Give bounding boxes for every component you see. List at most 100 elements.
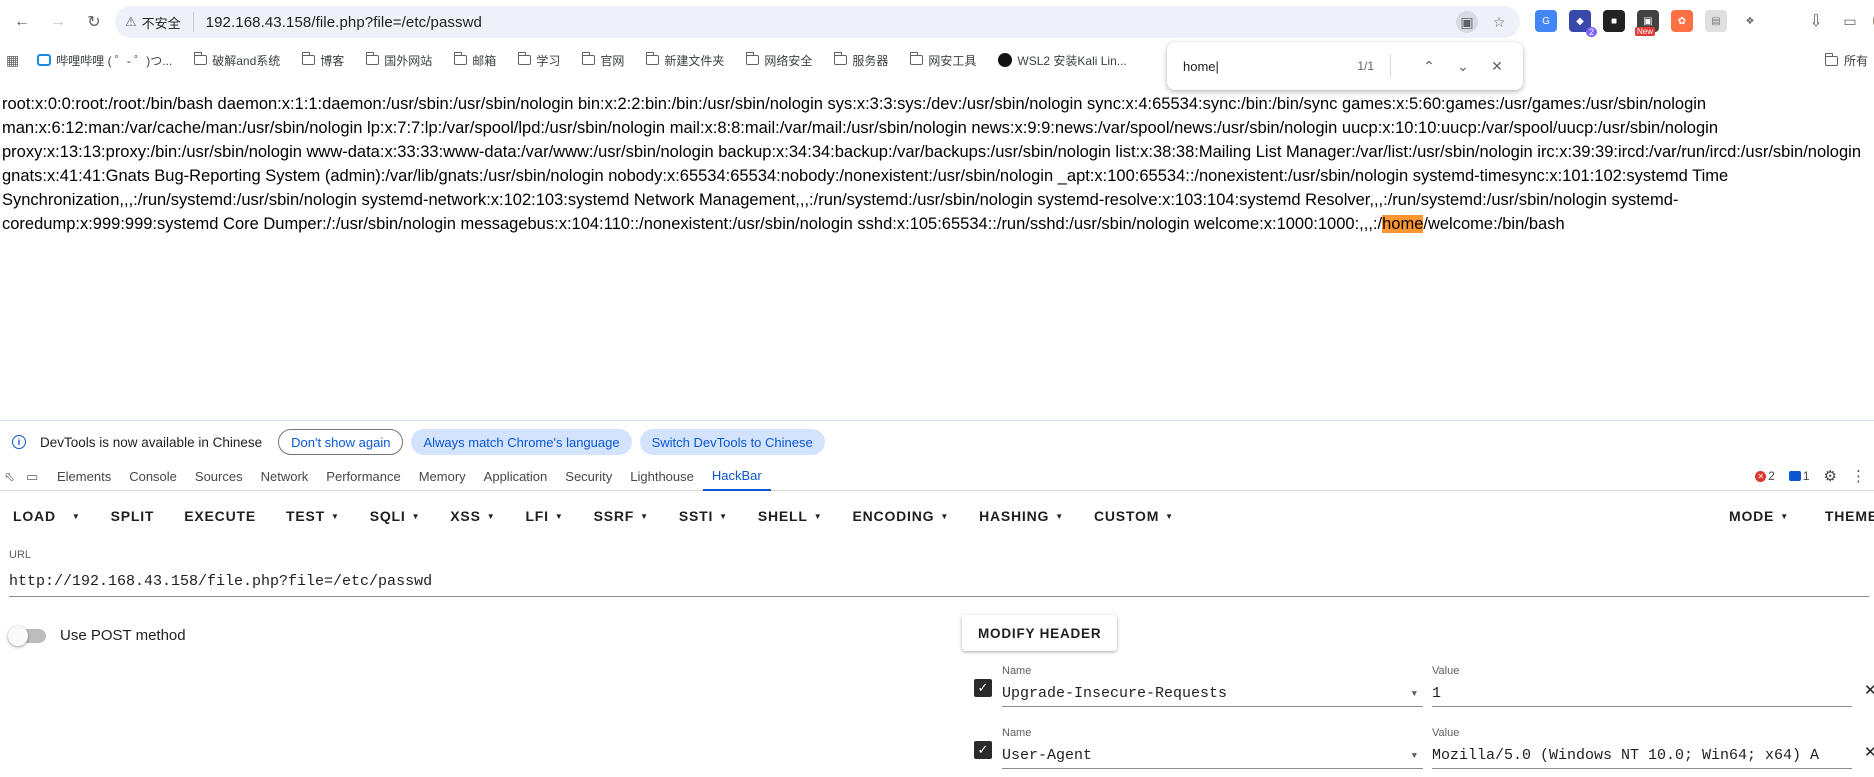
- bookmark-bilibili[interactable]: 哔哩哔哩 ( ゜- ゜)つ...: [37, 52, 172, 69]
- device-toolbar-icon[interactable]: ▭: [26, 469, 48, 485]
- dont-show-again-button[interactable]: Don't show again: [278, 429, 404, 455]
- remove-header-icon[interactable]: ✕: [1864, 743, 1874, 761]
- cookie-extension-icon[interactable]: ✿: [1671, 10, 1693, 32]
- caret-down-icon: ▼: [1055, 511, 1064, 521]
- close-icon[interactable]: ✕: [1485, 54, 1509, 78]
- execute-button[interactable]: EXECUTE: [184, 508, 256, 524]
- load-button[interactable]: LOAD ▼: [13, 508, 81, 524]
- bookmark-folder[interactable]: 新建文件夹: [645, 52, 724, 69]
- header-checkbox[interactable]: ✓: [974, 679, 992, 697]
- gear-icon[interactable]: ⚙: [1824, 467, 1837, 485]
- hackbar-options: Use POST method MODIFY HEADER ✓ Name Upg…: [0, 597, 1874, 777]
- header-name-select[interactable]: User-Agent ▼: [1002, 743, 1423, 769]
- mode-menu[interactable]: MODE ▼: [1729, 508, 1789, 524]
- split-button[interactable]: SPLIT: [111, 508, 155, 524]
- apps-grid-icon[interactable]: ▦: [6, 52, 19, 69]
- caret-down-icon: ▼: [640, 511, 649, 521]
- caret-down-icon: ▼: [330, 511, 340, 521]
- chevron-down-icon[interactable]: ⌄: [1451, 54, 1475, 78]
- error-icon: ✕: [1755, 470, 1767, 482]
- switch-to-chinese-button[interactable]: Switch DevTools to Chinese: [639, 429, 825, 455]
- tab-search-icon[interactable]: ▭: [1839, 10, 1861, 32]
- tab-memory[interactable]: Memory: [410, 463, 475, 491]
- inspect-element-icon[interactable]: ⬁: [4, 469, 26, 485]
- address-bar[interactable]: ⚠ 不安全 192.168.43.158/file.php?file=/etc/…: [115, 6, 1520, 38]
- ssti-menu[interactable]: SSTI ▼: [679, 508, 728, 524]
- devtools-tabs: ⬁ ▭ Elements Console Sources Network Per…: [0, 463, 1874, 491]
- post-method-label: Use POST method: [60, 627, 186, 644]
- passwd-text-tail: /welcome:/bin/bash: [1423, 215, 1565, 233]
- xss-menu[interactable]: XSS ▼: [450, 508, 495, 524]
- always-match-language-button[interactable]: Always match Chrome's language: [411, 429, 632, 455]
- caret-down-icon: ▼: [486, 511, 496, 521]
- tab-network[interactable]: Network: [252, 463, 318, 491]
- bookmark-folder[interactable]: 学习: [517, 52, 560, 69]
- back-arrow-icon[interactable]: ←: [8, 8, 36, 36]
- bookmark-folder[interactable]: 官网: [581, 52, 624, 69]
- tab-application[interactable]: Application: [475, 463, 557, 491]
- browser-toolbar: ← → ↻ ⚠ 不安全 192.168.43.158/file.php?file…: [0, 0, 1874, 44]
- header-value-input[interactable]: Mozilla/5.0 (Windows NT 10.0; Win64; x64…: [1432, 743, 1852, 769]
- toggle-knob: [8, 625, 28, 646]
- error-counter[interactable]: ✕ 2: [1755, 469, 1775, 483]
- bookmark-folder[interactable]: 破解and系统: [193, 52, 280, 69]
- shell-menu[interactable]: SHELL ▼: [758, 508, 823, 524]
- bookmark-folder[interactable]: 博客: [301, 52, 344, 69]
- url-text[interactable]: 192.168.43.158/file.php?file=/etc/passwd: [206, 14, 482, 31]
- encoding-menu[interactable]: ENCODING ▼: [852, 508, 949, 524]
- tab-console[interactable]: Console: [120, 463, 186, 491]
- devtools-panel: i DevTools is now available in Chinese D…: [0, 420, 1874, 769]
- more-vertical-icon[interactable]: ⋮: [1851, 467, 1866, 485]
- new-extension-icon[interactable]: ▣ New: [1635, 10, 1659, 36]
- sqli-menu[interactable]: SQLI ▼: [370, 508, 421, 524]
- caret-down-icon: ▼: [1411, 688, 1417, 699]
- bookmark-folder[interactable]: 邮箱: [453, 52, 496, 69]
- url-input[interactable]: http://192.168.43.158/file.php?file=/etc…: [9, 567, 1869, 597]
- ssrf-menu[interactable]: SSRF ▼: [594, 508, 649, 524]
- tab-performance[interactable]: Performance: [317, 463, 409, 491]
- header-value-input[interactable]: 1: [1432, 681, 1852, 707]
- hashing-menu[interactable]: HASHING ▼: [979, 508, 1064, 524]
- remove-header-icon[interactable]: ✕: [1864, 681, 1874, 699]
- folder-icon: [833, 52, 848, 65]
- forward-arrow-icon[interactable]: →: [44, 8, 72, 36]
- all-bookmarks[interactable]: 所有: [1824, 52, 1868, 69]
- tab-sources[interactable]: Sources: [186, 463, 252, 491]
- post-method-toggle[interactable]: Use POST method: [8, 625, 186, 646]
- tab-elements[interactable]: Elements: [48, 463, 120, 491]
- toggle-switch[interactable]: [8, 625, 46, 646]
- bookmark-folder[interactable]: 国外网站: [365, 52, 432, 69]
- chevron-up-icon[interactable]: ⌃: [1417, 54, 1441, 78]
- tab-hackbar[interactable]: HackBar: [702, 463, 771, 491]
- security-chip[interactable]: ⚠ 不安全: [125, 12, 194, 32]
- reload-icon[interactable]: ↻: [80, 8, 108, 36]
- ghost-extension-icon[interactable]: ■: [1603, 10, 1625, 32]
- bilibili-icon: [37, 54, 52, 66]
- header-name-select[interactable]: Upgrade-Insecure-Requests ▼: [1002, 681, 1423, 707]
- folder-icon: [581, 52, 596, 65]
- google-lens-icon[interactable]: ▣: [1456, 11, 1478, 33]
- bookmark-star-icon[interactable]: ☆: [1488, 11, 1510, 33]
- lfi-menu[interactable]: LFI ▼: [525, 508, 563, 524]
- find-bar: home| 1/1 ⌃ ⌄ ✕: [1167, 42, 1523, 90]
- bookmark-folder[interactable]: 服务器: [833, 52, 888, 69]
- theme-menu[interactable]: THEME: [1825, 508, 1874, 524]
- reader-extension-icon[interactable]: ▤: [1705, 10, 1727, 32]
- modify-header-button[interactable]: MODIFY HEADER: [962, 615, 1118, 651]
- bookmark-folder[interactable]: 网安工具: [909, 52, 976, 69]
- find-input[interactable]: home|: [1183, 59, 1343, 74]
- tab-lighthouse[interactable]: Lighthouse: [621, 463, 703, 491]
- extensions-puzzle-icon[interactable]: ❖: [1739, 10, 1761, 32]
- download-icon[interactable]: ⇩: [1805, 10, 1827, 32]
- custom-menu[interactable]: CUSTOM ▼: [1094, 508, 1174, 524]
- caret-down-icon[interactable]: ▼: [72, 512, 81, 521]
- caret-down-icon: ▼: [813, 511, 823, 521]
- header-checkbox[interactable]: ✓: [974, 741, 992, 759]
- bookmark-folder[interactable]: 网络安全: [745, 52, 812, 69]
- puzzle-extension-icon[interactable]: ◆ 2: [1569, 10, 1597, 37]
- test-menu[interactable]: TEST ▼: [286, 508, 340, 524]
- message-counter[interactable]: 1: [1788, 469, 1810, 483]
- translate-extension-icon[interactable]: G: [1535, 10, 1557, 32]
- tab-security[interactable]: Security: [556, 463, 621, 491]
- bookmark-wsl2[interactable]: WSL2 安装Kali Lin...: [998, 52, 1127, 69]
